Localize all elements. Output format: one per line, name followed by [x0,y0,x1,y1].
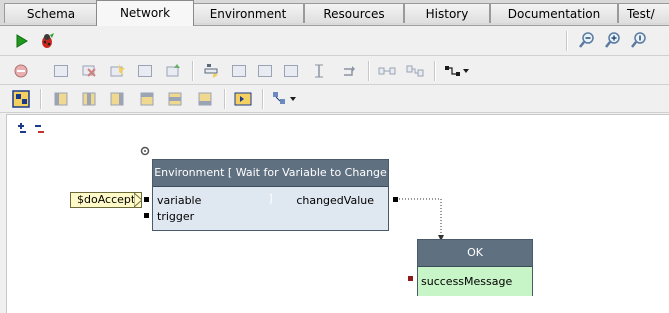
edit-toolbar [0,58,669,85]
tab-label: History [425,7,469,21]
align-left-icon[interactable] [52,90,70,108]
delete-node-icon[interactable] [80,62,98,80]
align-center-icon[interactable] [80,90,98,108]
add-node-icon[interactable] [52,62,70,80]
tab-network[interactable]: Network [96,0,194,26]
port-trigger-label: trigger [157,210,195,223]
merge-icon[interactable] [282,62,300,80]
ok-node[interactable]: OK successMessage [417,239,533,296]
branch-alt-icon[interactable] [256,62,274,80]
layout-grid-icon[interactable] [12,90,30,108]
port-trigger-in[interactable] [144,213,149,218]
port-variable-in[interactable] [144,197,149,202]
arrange-dropdown-icon[interactable] [272,90,298,108]
tab-schema[interactable]: Schema [4,3,98,23]
input-variable-pill[interactable]: $doAccept [70,192,143,208]
run-toolbar [0,27,669,56]
tab-label: Documentation [507,7,601,21]
port-changed-value-label: changedValue [296,194,374,207]
tab-label: Test/ [627,7,655,21]
bug-icon[interactable] [38,32,56,50]
tab-test[interactable]: Test/ [618,3,669,23]
tab-label: Environment [209,7,287,21]
tab-documentation[interactable]: Documentation [490,3,618,23]
fit-page-icon[interactable] [234,90,252,108]
connect-node-icon[interactable] [164,62,182,80]
move-node-icon[interactable] [136,62,154,80]
link-icon[interactable] [378,62,396,80]
align-right-icon[interactable] [108,90,126,108]
align-bottom-icon[interactable] [196,90,214,108]
port-success-message-label: successMessage [421,275,513,288]
ok-node-body: successMessage [418,267,532,296]
branch-icon[interactable] [230,62,248,80]
stop-icon[interactable] [12,62,30,80]
tab-label: Schema [26,7,76,21]
tab-history[interactable]: History [404,3,490,23]
port-changed-value-out[interactable] [393,197,398,202]
loop-icon[interactable] [340,62,358,80]
layout-toolbar [0,86,669,113]
align-middle-icon[interactable] [166,90,184,108]
tab-environment[interactable]: Environment [192,3,304,23]
pill-arrow-icon [134,193,142,207]
play-icon[interactable] [12,32,30,50]
align-top-icon[interactable] [138,90,156,108]
vertical-connector-icon[interactable] [310,62,328,80]
highlight-node-icon[interactable] [108,62,126,80]
zoom-reset-icon[interactable] [630,31,648,49]
input-variable-label: $doAccept [77,193,136,206]
tab-resources[interactable]: Resources [304,3,404,23]
environment-node[interactable]: Environment [ Wait for Variable to Chang… [152,159,389,231]
tab-label: Resources [323,7,385,21]
tab-bar: Schema Network Environment Resources His… [0,0,669,26]
zoom-out-icon[interactable] [578,31,596,49]
routing-dropdown-icon[interactable] [444,62,470,80]
network-canvas[interactable]: $doAccept Environment [ Wait for Variabl… [6,114,669,313]
environment-node-title: Environment [ Wait for Variable to Chang… [153,160,388,205]
ok-node-title: OK [418,240,532,267]
tab-label: Network [119,6,171,20]
port-success-message-in[interactable] [408,276,413,281]
link-alt-icon[interactable] [406,62,424,80]
step-icon[interactable] [202,62,220,80]
zoom-in-icon[interactable] [604,31,622,49]
port-variable-label: variable [157,194,202,207]
